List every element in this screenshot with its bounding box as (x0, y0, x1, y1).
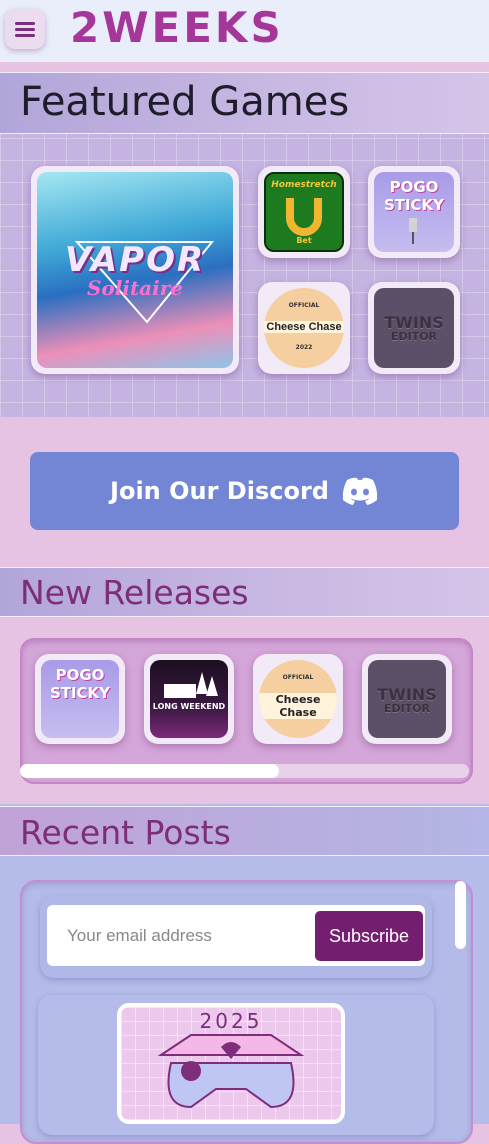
release-cheese-art: OFFICIAL Cheese Chase (259, 660, 337, 738)
release-cheese-title: Cheese Chase (259, 693, 337, 719)
post-thumbnail[interactable]: 2025 (117, 1003, 345, 1124)
join-discord-button[interactable]: Join Our Discord (30, 452, 459, 530)
recent-posts-title: Recent Posts (20, 813, 231, 852)
subscribe-button[interactable]: Subscribe (315, 911, 423, 961)
release-pogo-subtitle: STICKY (49, 684, 111, 702)
release-tile-twins-editor[interactable]: TWINS EDITOR (362, 654, 452, 744)
vapor-title: VAPOR (64, 240, 206, 280)
new-releases-title: New Releases (20, 573, 249, 612)
game-tile-pogo-sticky[interactable]: POGO STICKY (368, 166, 460, 258)
pogo-character-icon (409, 218, 417, 244)
game-tile-cheese-chase[interactable]: OFFICIAL Cheese Chase 2022 (258, 282, 350, 374)
release-twins-subtitle: EDITOR (383, 702, 431, 715)
email-input[interactable] (49, 907, 313, 964)
featured-games-title: Featured Games (20, 79, 350, 125)
release-cheese-badge: OFFICIAL (282, 674, 314, 681)
long-weekend-title: LONG WEEKEND (152, 702, 226, 711)
menu-button[interactable] (5, 9, 45, 49)
release-tile-cheese-chase[interactable]: OFFICIAL Cheese Chase (253, 654, 343, 744)
cheese-chase-badge: OFFICIAL (288, 302, 320, 309)
game-tile-homestretch-bet[interactable]: Homestretch Bet (258, 166, 350, 258)
discord-icon (342, 477, 378, 505)
pogo-sticky-art: POGO STICKY (374, 172, 454, 252)
cheese-chase-art: OFFICIAL Cheese Chase 2022 (264, 288, 344, 368)
post-thumbnail-art: 2025 (121, 1007, 341, 1120)
vapor-solitaire-art: VAPOR Solitaire (37, 172, 233, 368)
release-pogo-title: POGO (55, 666, 105, 684)
homestretch-art: Homestretch Bet (264, 172, 344, 252)
featured-games-header: Featured Games (0, 72, 489, 134)
release-tile-pogo-sticky[interactable]: POGO STICKY (35, 654, 125, 744)
long-weekend-art: LONG WEEKEND (150, 660, 228, 738)
hamburger-icon-line (15, 34, 35, 37)
twins-subtitle: EDITOR (390, 330, 438, 343)
cheese-chase-title: Cheese Chase (264, 321, 344, 333)
twins-editor-art: TWINS EDITOR (374, 288, 454, 368)
join-discord-label: Join Our Discord (110, 477, 329, 505)
cheese-chase-year: 2022 (295, 344, 313, 351)
corner-dot-blue (334, 288, 344, 298)
site-logo[interactable]: 2WEEKS (70, 4, 284, 52)
hamburger-icon (15, 22, 35, 25)
corner-dot-red (264, 288, 274, 298)
hamburger-icon-line (15, 28, 35, 31)
new-releases-header: New Releases (0, 567, 489, 617)
gamepad-icon (157, 1034, 305, 1109)
trees-icon (164, 672, 218, 698)
game-tile-twins-editor[interactable]: TWINS EDITOR (368, 282, 460, 374)
game-tile-vapor-solitaire[interactable]: VAPOR Solitaire (31, 166, 239, 374)
release-pogo-art: POGO STICKY (41, 660, 119, 738)
vapor-subtitle: Solitaire (86, 276, 184, 300)
release-tile-long-weekend[interactable]: LONG WEEKEND (144, 654, 234, 744)
release-twins-art: TWINS EDITOR (368, 660, 446, 738)
recent-posts-header: Recent Posts (0, 806, 489, 856)
homestretch-subtitle: Bet (296, 236, 312, 245)
posts-scrollbar[interactable] (455, 881, 466, 949)
top-header: 2WEEKS (0, 0, 489, 62)
carousel-scrollbar-thumb[interactable] (20, 764, 279, 778)
